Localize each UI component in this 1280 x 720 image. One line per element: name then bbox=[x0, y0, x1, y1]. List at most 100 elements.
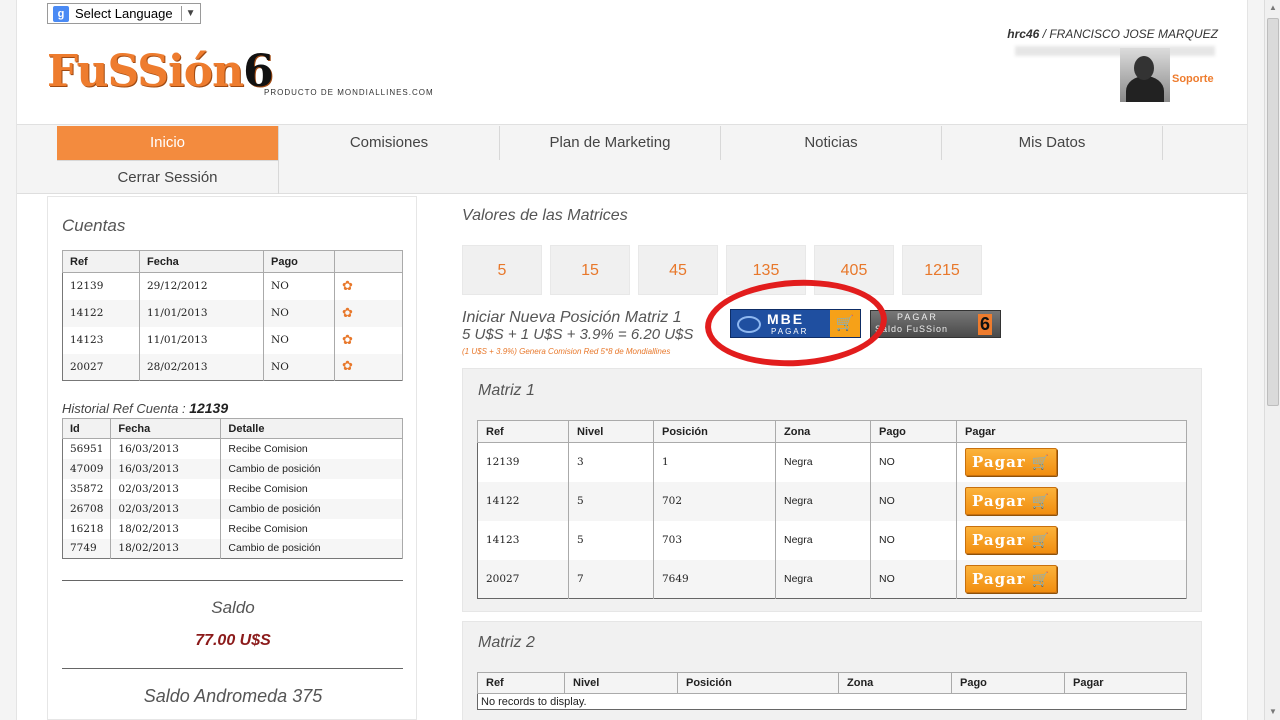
table-row: 35872 02/03/2013 Recibe Comision bbox=[62, 478, 403, 499]
nueva-posicion-formula: 5 U$S + 1 U$S + 3.9% = 6.20 U$S bbox=[462, 326, 694, 343]
cell-posicion: 7649 bbox=[653, 559, 776, 599]
table-row: 16218 18/02/2013 Recibe Comision bbox=[62, 518, 403, 539]
user-info: hrc46 / FRANCISCO JOSE MARQUEZ bbox=[1007, 27, 1218, 41]
col-ref: Ref bbox=[477, 420, 569, 443]
nav-cerrar-sesion[interactable]: Cerrar Sessión bbox=[57, 160, 279, 194]
vertical-scrollbar[interactable]: ▲ ▼ bbox=[1264, 0, 1280, 720]
cell-action: ✿ bbox=[334, 326, 403, 354]
historial-title: Historial Ref Cuenta : 12139 bbox=[62, 400, 228, 416]
pagar-button[interactable]: Pagar 🛒 bbox=[965, 487, 1057, 515]
gears-icon[interactable]: ✿ bbox=[342, 306, 353, 321]
cell-action: ✿ bbox=[334, 299, 403, 327]
matrix-value-1215[interactable]: 1215 bbox=[902, 245, 982, 295]
nav-plan-marketing[interactable]: Plan de Marketing bbox=[500, 126, 721, 160]
cell-fecha: 11/01/2013 bbox=[139, 326, 264, 354]
cell-id: 7749 bbox=[62, 538, 112, 559]
nav-comisiones[interactable]: Comisiones bbox=[279, 126, 500, 160]
cell-fecha: 16/03/2013 bbox=[110, 438, 222, 459]
language-select-label: Select Language bbox=[75, 6, 173, 21]
table-row: 14123 11/01/2013 NO ✿ bbox=[62, 326, 403, 354]
divider bbox=[62, 668, 403, 669]
chevron-down-icon[interactable]: ▼ bbox=[186, 8, 196, 19]
col-posicion: Posición bbox=[653, 420, 776, 443]
cell-fecha: 28/02/2013 bbox=[139, 353, 264, 381]
cell-zona: Negra bbox=[775, 481, 871, 521]
fussion6-logo[interactable]: FuSSión6 bbox=[47, 46, 274, 97]
google-icon: g bbox=[53, 5, 69, 22]
left-sidebar: Cuentas Ref Fecha Pago 12139 29/12/2012 … bbox=[47, 196, 417, 720]
logo-text: FuSSión bbox=[47, 46, 244, 97]
table-row: 20027 7 7649 Negra NO Pagar 🛒 bbox=[477, 559, 1187, 599]
scroll-up-icon[interactable]: ▲ bbox=[1265, 0, 1280, 16]
cell-nivel: 7 bbox=[568, 559, 654, 599]
col-fecha: Fecha bbox=[110, 418, 222, 439]
table-row: 14122 5 702 Negra NO Pagar 🛒 bbox=[477, 481, 1187, 521]
table-row: 12139 29/12/2012 NO ✿ bbox=[62, 272, 403, 300]
gears-icon[interactable]: ✿ bbox=[342, 279, 353, 294]
cart-icon: 🛒 bbox=[1031, 571, 1051, 588]
cell-zona: Negra bbox=[775, 559, 871, 599]
cuentas-table: Ref Fecha Pago 12139 29/12/2012 NO ✿ 141… bbox=[62, 250, 403, 381]
cell-ref: 12139 bbox=[477, 442, 569, 482]
nav-noticias[interactable]: Noticias bbox=[721, 126, 942, 160]
avatar-head bbox=[1134, 56, 1154, 80]
col-posicion: Posición bbox=[677, 672, 839, 694]
table-row: 14123 5 703 Negra NO Pagar 🛒 bbox=[477, 520, 1187, 560]
pagar-label: Pagar bbox=[972, 492, 1026, 510]
cell-pago: NO bbox=[263, 326, 335, 354]
scrollbar-thumb[interactable] bbox=[1267, 18, 1279, 406]
cell-ref: 12139 bbox=[62, 272, 140, 300]
cell-pago: NO bbox=[870, 559, 957, 599]
col-ref: Ref bbox=[62, 250, 140, 273]
matriz1-title: Matriz 1 bbox=[478, 382, 535, 399]
matrix-value-15[interactable]: 15 bbox=[550, 245, 630, 295]
matrix-value-45[interactable]: 45 bbox=[638, 245, 718, 295]
cell-action: ✿ bbox=[334, 272, 403, 300]
cart-icon: 🛒 bbox=[1031, 494, 1051, 510]
nav-inicio[interactable]: Inicio bbox=[57, 126, 279, 160]
cell-pago: NO bbox=[263, 299, 335, 327]
pagar-saldo-fussion-button[interactable]: PAGAR Saldo FuSSion 6 bbox=[870, 310, 1001, 338]
saldo-andromeda: Saldo Andromeda 375 bbox=[143, 686, 323, 706]
user-separator: / bbox=[1039, 27, 1050, 41]
cell-nivel: 5 bbox=[568, 481, 654, 521]
matrix-value-5[interactable]: 5 bbox=[462, 245, 542, 295]
pagar-label: Pagar bbox=[972, 569, 1026, 588]
cell-detalle: Cambio de posición bbox=[220, 458, 403, 479]
historial-label: Historial Ref Cuenta : bbox=[62, 401, 186, 416]
support-avatar[interactable] bbox=[1120, 48, 1170, 102]
pagar-button[interactable]: Pagar 🛒 bbox=[965, 564, 1057, 593]
pagar-button[interactable]: Pagar 🛒 bbox=[965, 526, 1057, 554]
gears-icon[interactable]: ✿ bbox=[342, 333, 353, 348]
cell-posicion: 1 bbox=[653, 442, 776, 482]
nav-mis-datos[interactable]: Mis Datos bbox=[942, 126, 1163, 160]
support-link[interactable]: Soporte bbox=[1172, 73, 1214, 85]
pagar-button[interactable]: Pagar 🛒 bbox=[965, 448, 1057, 477]
col-action bbox=[334, 250, 403, 273]
cell-posicion: 702 bbox=[653, 481, 776, 521]
col-nivel: Nivel bbox=[564, 672, 678, 694]
cell-ref: 20027 bbox=[62, 353, 140, 381]
divider bbox=[62, 580, 403, 581]
cell-fecha: 11/01/2013 bbox=[139, 299, 264, 327]
table-row: 26708 02/03/2013 Cambio de posición bbox=[62, 498, 403, 519]
gears-icon[interactable]: ✿ bbox=[342, 359, 353, 374]
table-row: 12139 3 1 Negra NO Pagar 🛒 bbox=[477, 442, 1187, 482]
scroll-down-icon[interactable]: ▼ bbox=[1265, 704, 1280, 720]
cell-fecha: 02/03/2013 bbox=[110, 478, 222, 499]
cell-fecha: 18/02/2013 bbox=[110, 518, 222, 539]
historial-ref: 12139 bbox=[189, 400, 229, 416]
col-pago: Pago bbox=[263, 250, 335, 273]
cell-pago: NO bbox=[870, 520, 957, 560]
cell-ref: 14122 bbox=[62, 299, 140, 327]
cell-detalle: Recibe Comision bbox=[220, 518, 403, 539]
user-fullname: FRANCISCO JOSE MARQUEZ bbox=[1049, 27, 1218, 41]
cell-nivel: 5 bbox=[568, 520, 654, 560]
cell-zona: Negra bbox=[775, 520, 871, 560]
main-nav: Inicio Comisiones Plan de Marketing Noti… bbox=[17, 124, 1247, 194]
col-pagar: Pagar bbox=[956, 420, 1187, 443]
language-select[interactable]: g Select Language ▼ bbox=[47, 3, 201, 24]
cell-fecha: 16/03/2013 bbox=[110, 458, 222, 479]
cell-pago: NO bbox=[263, 272, 335, 300]
cell-pagar: Pagar 🛒 bbox=[956, 559, 1187, 599]
